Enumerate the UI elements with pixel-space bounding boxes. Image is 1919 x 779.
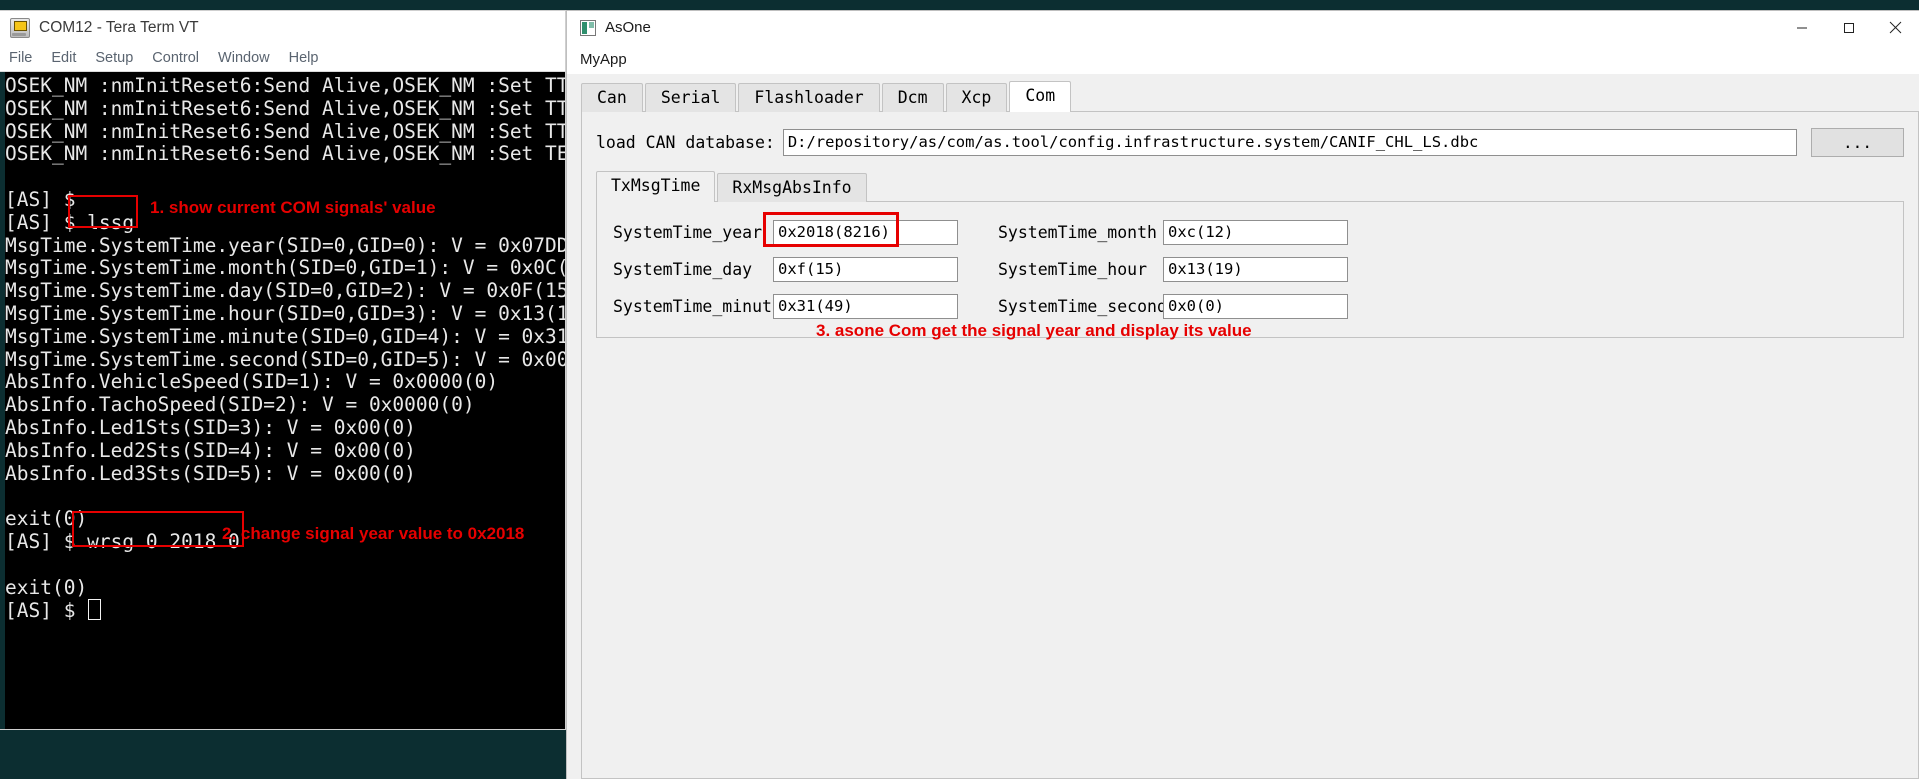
input-systemtime-hour[interactable]: 0x13(19) xyxy=(1163,257,1348,282)
annotation-3: 3. asone Com get the signal year and dis… xyxy=(816,321,1252,340)
console-line: MsgTime.SystemTime.day(SID=0,GID=2): V =… xyxy=(5,279,565,303)
database-path-input[interactable]: D:/repository/as/com/as.tool/config.infr… xyxy=(782,129,1797,156)
input-systemtime-year[interactable]: 0x2018(8216) xyxy=(773,220,958,245)
console-line: OSEK_NM :nmInitReset6:Send Alive,OSEK_NM… xyxy=(5,74,565,97)
console-line: AbsInfo.Led2Sts(SID=4): V = 0x00(0) xyxy=(5,438,416,462)
tab-com[interactable]: Com xyxy=(1009,81,1072,112)
asone-icon xyxy=(580,19,596,36)
com-tab-panel: load CAN database: D:/repository/as/com/… xyxy=(581,111,1919,779)
prompt-text: [AS] $ xyxy=(5,599,88,623)
window-controls xyxy=(1778,11,1919,44)
database-label: load CAN database: xyxy=(596,133,775,152)
console-line: MsgTime.SystemTime.month(SID=0,GID=1): V… xyxy=(5,256,565,280)
tab-rxmsgabsinfo[interactable]: RxMsgAbsInfo xyxy=(717,173,867,202)
console-line: AbsInfo.Led1Sts(SID=3): V = 0x00(0) xyxy=(5,415,416,439)
input-systemtime-day[interactable]: 0xf(15) xyxy=(773,257,958,282)
tab-dcm[interactable]: Dcm xyxy=(881,83,944,112)
label-systemtime-hour: SystemTime_hour xyxy=(998,260,1148,279)
asone-body: Can Serial Flashloader Dcm Xcp Com load … xyxy=(567,74,1919,779)
screen-root: ERROR :bus(1) is not on line, can read! … xyxy=(0,0,1919,779)
teraterm-console[interactable]: OSEK_NM :nmInitReset6:Send Alive,OSEK_NM… xyxy=(0,72,565,729)
text-cursor xyxy=(88,599,102,621)
asone-window[interactable]: AsOne MyApp Can Serial Flashloader Dcm X… xyxy=(566,10,1919,779)
console-line: OSEK_NM :nmInitReset6:Send Alive,OSEK_NM… xyxy=(5,142,565,166)
console-line: AbsInfo.Led3Sts(SID=5): V = 0x00(0) xyxy=(5,461,416,485)
console-line-prompt: [AS] $ xyxy=(0,599,565,623)
annotation-1: 1. show current COM signals' value xyxy=(150,198,436,217)
input-systemtime-second[interactable]: 0x0(0) xyxy=(1163,294,1348,319)
menu-edit[interactable]: Edit xyxy=(51,50,76,66)
teraterm-icon xyxy=(10,18,30,38)
annotation-2: 2. change signal year value to 0x2018 xyxy=(222,524,525,543)
label-systemtime-second: SystemTime_second xyxy=(998,297,1167,316)
console-left-rail xyxy=(0,72,5,729)
protocol-tabbar: Can Serial Flashloader Dcm Xcp Com xyxy=(581,81,1919,112)
teraterm-titlebar[interactable]: COM12 - Tera Term VT xyxy=(0,11,565,45)
label-systemtime-minute: SystemTime_minute xyxy=(613,297,782,316)
console-line: AbsInfo.TachoSpeed(SID=2): V = 0x0000(0) xyxy=(5,393,475,417)
message-tabbar: TxMsgTime RxMsgAbsInfo xyxy=(596,171,1904,202)
maximize-button[interactable] xyxy=(1825,11,1872,44)
browse-button[interactable]: ... xyxy=(1811,128,1904,157)
minimize-icon xyxy=(1796,27,1807,28)
input-systemtime-month[interactable]: 0xc(12) xyxy=(1163,220,1348,245)
menu-setup[interactable]: Setup xyxy=(95,50,133,66)
menu-myapp[interactable]: MyApp xyxy=(580,51,627,68)
asone-title: AsOne xyxy=(605,19,651,36)
close-button[interactable] xyxy=(1872,11,1919,44)
console-line: AbsInfo.VehicleSpeed(SID=1): V = 0x0000(… xyxy=(5,370,499,394)
signal-form-grid: SystemTime_year 0x2018(8216) SystemTime_… xyxy=(613,220,1887,319)
console-line: OSEK_NM :nmInitReset6:Send Alive,OSEK_NM… xyxy=(5,119,565,143)
menu-control[interactable]: Control xyxy=(152,50,199,66)
console-line: exit(0) xyxy=(5,575,88,599)
minimize-button[interactable] xyxy=(1778,11,1825,44)
console-line: MsgTime.SystemTime.second(SID=0,GID=5): … xyxy=(5,347,565,371)
teraterm-window[interactable]: COM12 - Tera Term VT File Edit Setup Con… xyxy=(0,10,566,730)
tab-flashloader[interactable]: Flashloader xyxy=(738,83,880,112)
console-line: OSEK_NM :nmInitReset6:Send Alive,OSEK_NM… xyxy=(5,96,565,120)
console-line: MsgTime.SystemTime.year(SID=0,GID=0): V … xyxy=(5,233,565,257)
tab-txmsgtime[interactable]: TxMsgTime xyxy=(596,171,716,202)
tab-xcp[interactable]: Xcp xyxy=(945,83,1008,112)
teraterm-title: COM12 - Tera Term VT xyxy=(39,19,199,36)
label-systemtime-day: SystemTime_day xyxy=(613,260,753,279)
maximize-icon xyxy=(1843,22,1854,33)
tab-serial[interactable]: Serial xyxy=(644,83,737,112)
menu-help[interactable]: Help xyxy=(289,50,319,66)
message-tabs-wrap: TxMsgTime RxMsgAbsInfo SystemTime_year 0… xyxy=(596,171,1904,340)
txmsgtime-panel: SystemTime_year 0x2018(8216) SystemTime_… xyxy=(596,201,1904,340)
label-systemtime-year: SystemTime_year xyxy=(613,223,763,242)
menu-file[interactable]: File xyxy=(9,50,32,66)
database-row: load CAN database: D:/repository/as/com/… xyxy=(596,128,1904,157)
console-line: MsgTime.SystemTime.minute(SID=0,GID=4): … xyxy=(5,324,565,348)
tab-can[interactable]: Can xyxy=(581,83,643,112)
close-icon xyxy=(1889,21,1902,34)
asone-titlebar[interactable]: AsOne xyxy=(567,11,1919,44)
teraterm-menubar[interactable]: File Edit Setup Control Window Help xyxy=(0,45,565,72)
menu-window[interactable]: Window xyxy=(218,50,270,66)
console-line: MsgTime.SystemTime.hour(SID=0,GID=3): V … xyxy=(5,301,565,325)
input-systemtime-minute[interactable]: 0x31(49) xyxy=(773,294,958,319)
asone-menubar[interactable]: MyApp xyxy=(567,44,1919,74)
label-systemtime-month: SystemTime_month xyxy=(998,223,1157,242)
